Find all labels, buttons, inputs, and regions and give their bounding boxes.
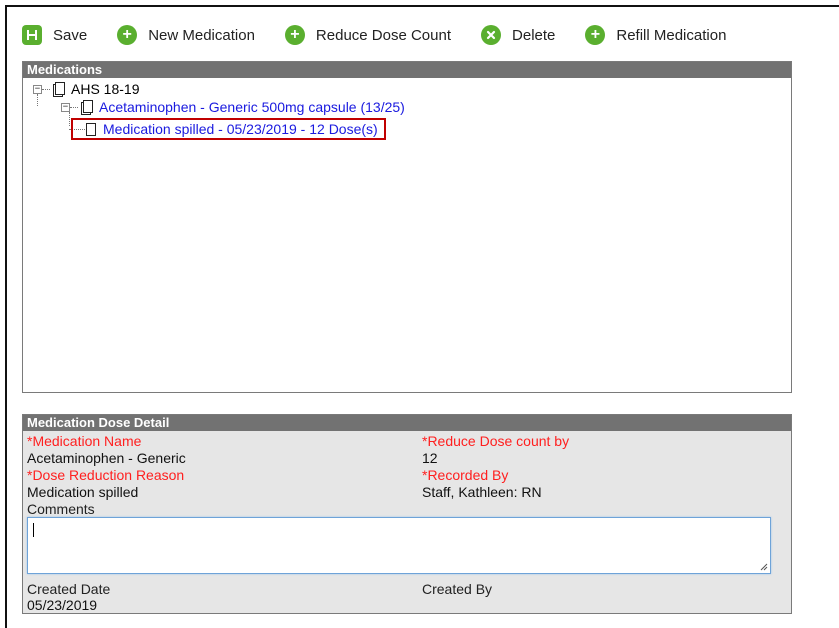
delete-label: Delete (512, 26, 556, 44)
recorded-by-value: Staff, Kathleen: RN (422, 484, 542, 500)
created-date-label: Created Date (27, 581, 111, 597)
text-caret (33, 523, 34, 537)
collapse-icon[interactable]: − (33, 84, 42, 94)
comments-textarea[interactable] (27, 517, 771, 574)
reduce-dose-count-button[interactable]: + Reduce Dose Count (284, 25, 452, 45)
refill-medication-button[interactable]: + Refill Medication (585, 25, 726, 45)
tree-node-event-label: Medication spilled - 05/23/2019 - 12 Dos… (103, 121, 378, 137)
created-date-value: 05/23/2019 (27, 597, 98, 613)
selected-tree-item[interactable]: Medication spilled - 05/23/2019 - 12 Dos… (71, 118, 386, 140)
close-icon (481, 25, 502, 45)
reduce-dose-count-label: *Reduce Dose count by (422, 433, 570, 449)
delete-button[interactable]: Delete (481, 25, 555, 45)
dose-reduction-reason-value: Medication spilled (27, 484, 139, 500)
toolbar: Save + New Medication + Reduce Dose Coun… (22, 20, 726, 50)
dose-reduction-reason-label: *Dose Reduction Reason (27, 467, 185, 483)
refill-medication-label: Refill Medication (616, 26, 727, 44)
collapse-icon[interactable]: − (61, 102, 70, 112)
plus-icon: + (585, 25, 606, 45)
new-medication-label: New Medication (148, 26, 255, 44)
plus-icon: + (284, 25, 305, 45)
plus-icon: + (117, 25, 138, 45)
medications-panel-title: Medications (23, 62, 791, 78)
medications-panel: Medications − AHS 18-19 − Acetaminophen … (22, 61, 792, 393)
tree-node-root[interactable]: − AHS 18-19 (33, 80, 139, 98)
created-by-label: Created By (422, 581, 493, 597)
save-icon (22, 25, 42, 45)
save-button[interactable]: Save (22, 25, 87, 45)
medication-name-label: *Medication Name (27, 433, 142, 449)
dose-detail-panel: Medication Dose Detail *Medication Name … (22, 414, 792, 614)
tree-node-root-label: AHS 18-19 (71, 81, 140, 97)
tree-node-event[interactable]: Medication spilled - 05/23/2019 - 12 Dos… (69, 118, 386, 140)
reduce-dose-count-value: 12 (422, 450, 438, 466)
new-medication-button[interactable]: + New Medication (117, 25, 255, 45)
tree-node-medication-label: Acetaminophen - Generic 500mg capsule (1… (99, 99, 405, 115)
document-stack-icon (81, 99, 93, 115)
medication-name-value: Acetaminophen - Generic (27, 450, 186, 466)
dose-detail-panel-title: Medication Dose Detail (23, 415, 791, 431)
comments-label: Comments (27, 501, 95, 517)
document-icon (85, 122, 97, 137)
save-label: Save (53, 26, 88, 44)
document-stack-icon (53, 81, 65, 97)
reduce-dose-count-label: Reduce Dose Count (315, 26, 452, 44)
recorded-by-label: *Recorded By (422, 467, 509, 483)
tree-node-medication[interactable]: − Acetaminophen - Generic 500mg capsule … (61, 98, 405, 116)
resize-handle-icon[interactable] (760, 563, 768, 571)
